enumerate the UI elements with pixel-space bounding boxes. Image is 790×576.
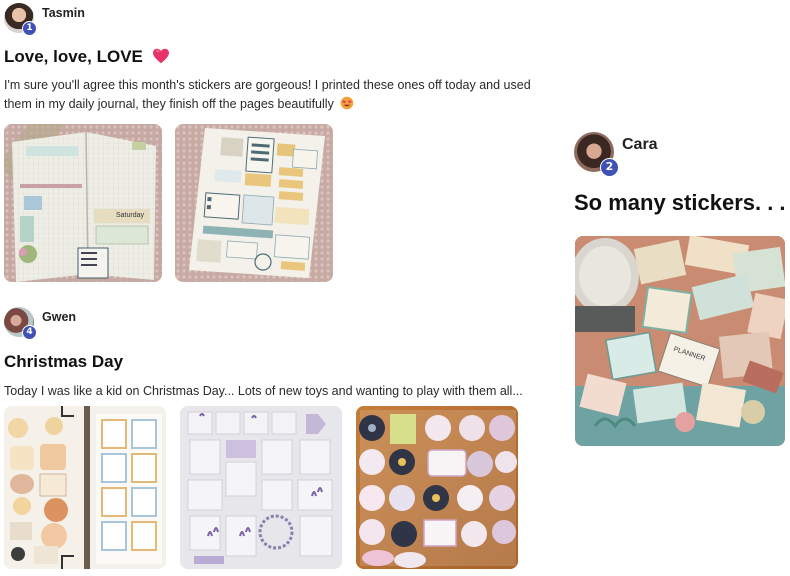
post-title: Christmas Day: [4, 352, 124, 371]
photo-sticker-text: Saturday: [116, 212, 145, 219]
post-tasmin: 1 Tasmin Love, love, LOVE I'm sure you'l…: [0, 0, 540, 290]
smiling-face-with-heart-eyes-icon: [341, 96, 354, 109]
post-author: 2 Cara: [574, 132, 658, 177]
sticker-pile-photo[interactable]: PLANNER: [575, 236, 785, 446]
avatar[interactable]: 4: [4, 307, 37, 340]
post-body: Today I was like a kid on Christmas Day.…: [4, 384, 523, 398]
author-name[interactable]: Cara: [622, 136, 658, 154]
post-title: Love, love, LOVE: [4, 47, 170, 67]
post-author: 1 Tasmin: [4, 3, 85, 36]
lavender-sticker-sheet-photo[interactable]: [180, 406, 342, 569]
round-animal-stickers-photo[interactable]: [356, 406, 518, 569]
author-name[interactable]: Gwen: [42, 310, 76, 324]
post-gwen: 4 Gwen Christmas Day Today I was like a …: [0, 300, 540, 576]
post-body: I'm sure you'll agree this month's stick…: [4, 76, 534, 113]
heart-icon: [152, 48, 169, 64]
sticker-sheet-photo[interactable]: [175, 124, 333, 282]
rank-badge: 2: [600, 158, 619, 177]
journal-spread-photo[interactable]: Saturday: [4, 124, 162, 282]
post-body-line: I'm sure you'll agree this month's stick…: [4, 78, 531, 92]
post-author: 4 Gwen: [4, 307, 76, 340]
post-title-text: Love, love, LOVE: [4, 47, 143, 66]
cat-sticker-sheets-photo[interactable]: [4, 406, 166, 569]
rank-badge: 1: [22, 21, 37, 36]
rank-badge: 4: [22, 325, 37, 340]
avatar[interactable]: 2: [574, 132, 619, 177]
avatar[interactable]: 1: [4, 3, 37, 36]
post-body-line: them in my daily journal, they finish of…: [4, 95, 534, 114]
author-name[interactable]: Tasmin: [42, 6, 85, 20]
post-cara: 2 Cara So many stickers. . . PLANNER: [570, 126, 788, 456]
post-title: So many stickers. . .: [574, 190, 786, 215]
